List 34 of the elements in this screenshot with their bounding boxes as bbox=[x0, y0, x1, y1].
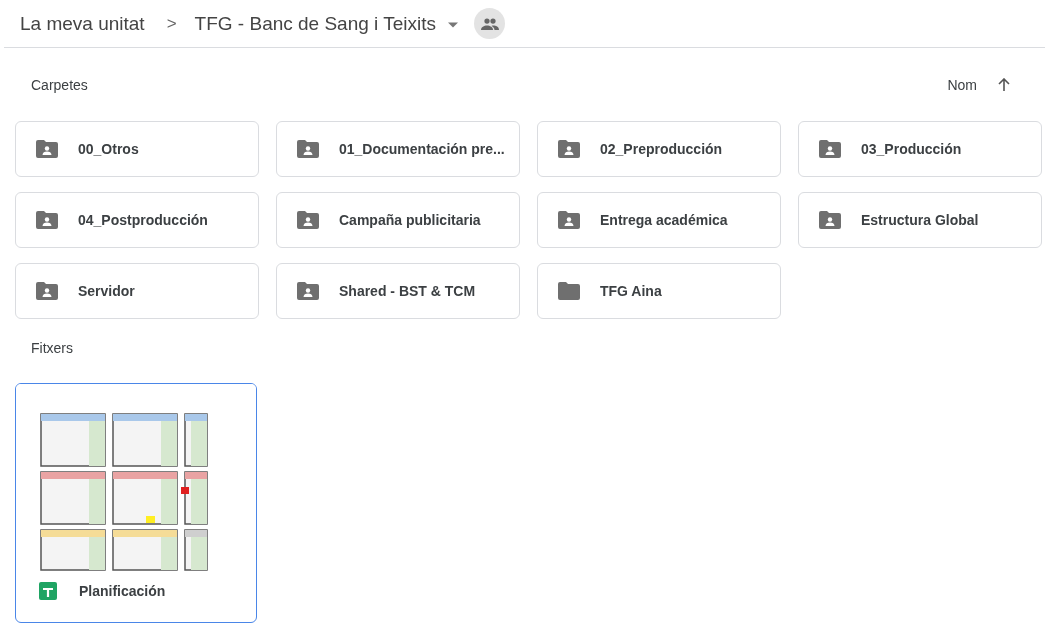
folder-card[interactable]: 00_Otros bbox=[15, 121, 259, 177]
folder-name: 00_Otros bbox=[78, 141, 139, 157]
folder-card[interactable]: Estructura Global bbox=[798, 192, 1042, 248]
section-title: Fitxers bbox=[31, 340, 73, 356]
folder-card[interactable]: TFG Aina bbox=[537, 263, 781, 319]
breadcrumb-root[interactable]: La meva unitat bbox=[20, 12, 145, 35]
file-name: Planificación bbox=[79, 583, 166, 599]
folder-card[interactable]: Shared - BST & TCM bbox=[276, 263, 520, 319]
file-card[interactable]: Planificación bbox=[15, 383, 257, 623]
folder-card[interactable]: Entrega académica bbox=[537, 192, 781, 248]
sort-arrow-icon[interactable] bbox=[997, 78, 1011, 92]
folder-card[interactable]: 02_Preproducción bbox=[537, 121, 781, 177]
section-title: Carpetes bbox=[31, 77, 88, 93]
folder-card[interactable]: 03_Producción bbox=[798, 121, 1042, 177]
folder-name: 01_Documentación pre... bbox=[339, 141, 505, 157]
folder-card[interactable]: 04_Postproducción bbox=[15, 192, 259, 248]
current-folder-button[interactable]: TFG - Banc de Sang i Teixits bbox=[194, 12, 459, 35]
shared-people-icon[interactable] bbox=[474, 8, 506, 39]
folder-name: 02_Preproducción bbox=[600, 141, 723, 157]
folder-name: Estructura Global bbox=[861, 212, 979, 228]
folder-card[interactable]: 01_Documentación pre... bbox=[276, 121, 520, 177]
spreadsheet-icon bbox=[39, 582, 57, 600]
folder-name: Entrega académica bbox=[600, 212, 728, 228]
folder-name: Campaña publicitaria bbox=[339, 212, 481, 228]
caret-icon bbox=[448, 21, 459, 28]
folder-name: Shared - BST & TCM bbox=[339, 283, 476, 299]
folder-name: 04_Postproducción bbox=[78, 212, 208, 228]
folder-card[interactable]: Campaña publicitaria bbox=[276, 192, 520, 248]
breadcrumb-separator: > bbox=[166, 13, 177, 34]
folder-name: Servidor bbox=[78, 283, 135, 299]
folder-card[interactable]: Servidor bbox=[15, 263, 259, 319]
folder-name: 03_Producción bbox=[861, 141, 962, 157]
folder-name: TFG Aina bbox=[600, 283, 662, 299]
sort-button[interactable]: Nom bbox=[947, 77, 977, 93]
